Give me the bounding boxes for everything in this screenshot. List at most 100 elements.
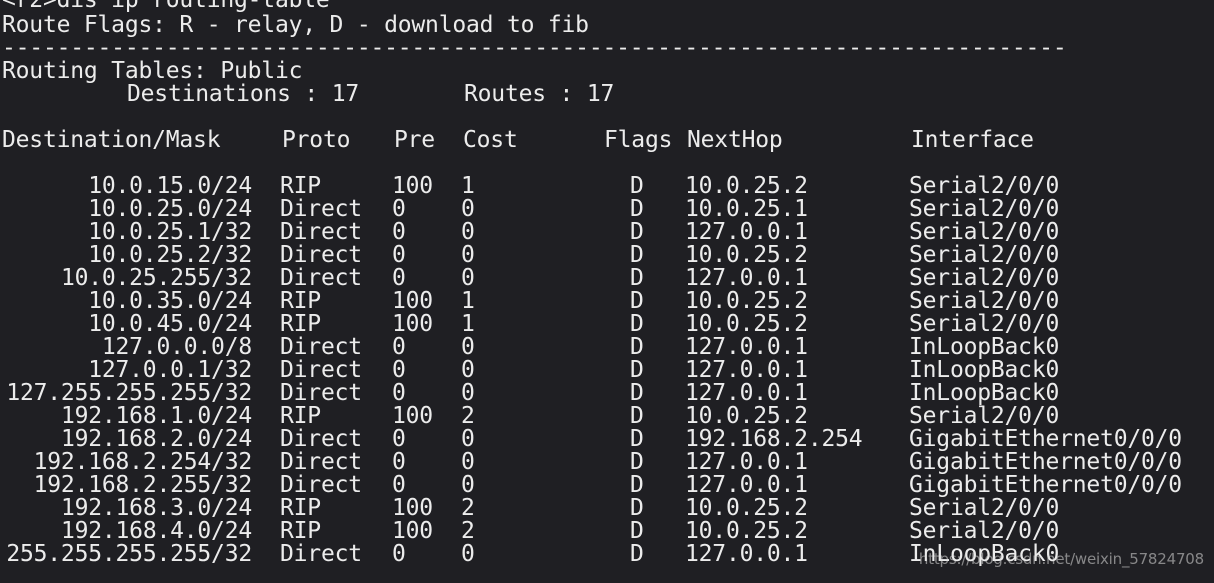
route-interface: InLoopBack0 xyxy=(909,357,1060,383)
watermark: https://blog.csdn.net/weixin_57824708 xyxy=(918,550,1204,568)
table-row: 10.0.35.0/24 RIP 100 1 D 10.0.25.2 Serial2/0/0 xyxy=(0,290,1214,313)
route-proto: Direct xyxy=(280,357,362,383)
route-flags: D xyxy=(630,173,644,199)
route-interface: InLoopBack0 xyxy=(909,380,1060,406)
route-proto: Direct xyxy=(280,472,362,498)
route-interface: Serial2/0/0 xyxy=(909,495,1060,521)
route-pre: 100 xyxy=(392,311,433,337)
table-row: 127.0.0.0/8 Direct 0 0 D 127.0.0.1 InLoopBack0 xyxy=(0,336,1214,359)
route-cost: 0 xyxy=(461,426,475,452)
route-pre: 0 xyxy=(392,265,406,291)
table-header: Destination/Mask Proto Pre Cost Flags Ne… xyxy=(2,129,1034,152)
header-pre: Pre xyxy=(394,127,435,153)
route-nexthop: 10.0.25.2 xyxy=(685,495,808,521)
route-proto: RIP xyxy=(280,403,321,429)
route-interface: GigabitEthernet0/0/0 xyxy=(909,472,1182,498)
route-destination: 10.0.25.2/32 xyxy=(88,242,252,268)
route-nexthop: 10.0.25.2 xyxy=(685,518,808,544)
route-cost: 1 xyxy=(461,288,475,314)
route-cost: 0 xyxy=(461,541,475,567)
route-interface: Serial2/0/0 xyxy=(909,265,1060,291)
route-flags: D xyxy=(630,472,644,498)
route-interface: Serial2/0/0 xyxy=(909,196,1060,222)
route-destination: 192.168.3.0/24 xyxy=(60,495,252,521)
route-flags: D xyxy=(630,334,644,360)
route-pre: 0 xyxy=(392,334,406,360)
table-row: 10.0.25.1/32 Direct 0 0 D 127.0.0.1 Serial2/0/… xyxy=(0,221,1214,244)
route-cost: 0 xyxy=(461,334,475,360)
route-pre: 0 xyxy=(392,380,406,406)
route-proto: RIP xyxy=(280,173,321,199)
route-pre: 100 xyxy=(392,403,433,429)
table-row: 192.168.3.0/24 RIP 100 2 D 10.0.25.2 Serial2/0… xyxy=(0,497,1214,520)
route-flags: D xyxy=(630,449,644,475)
route-proto: Direct xyxy=(280,380,362,406)
route-pre: 100 xyxy=(392,495,433,521)
table-row: 192.168.2.0/24 Direct 0 0 D 192.168.2.254 Giga… xyxy=(0,428,1214,451)
table-row: 192.168.2.254/32 Direct 0 0 D 127.0.0.1 Gigabi… xyxy=(0,451,1214,474)
route-flags: D xyxy=(630,219,644,245)
route-cost: 2 xyxy=(461,403,475,429)
route-destination: 10.0.15.0/24 xyxy=(88,173,252,199)
route-pre: 100 xyxy=(392,173,433,199)
table-row: 10.0.25.255/32 Direct 0 0 D 127.0.0.1 Serial2/… xyxy=(0,267,1214,290)
route-nexthop: 127.0.0.1 xyxy=(685,219,808,245)
route-nexthop: 10.0.25.2 xyxy=(685,242,808,268)
route-pre: 100 xyxy=(392,518,433,544)
route-nexthop: 127.0.0.1 xyxy=(685,380,808,406)
route-nexthop: 127.0.0.1 xyxy=(685,334,808,360)
route-flags: D xyxy=(630,311,644,337)
header-flags: Flags xyxy=(604,127,673,153)
route-flags: D xyxy=(630,242,644,268)
route-interface: Serial2/0/0 xyxy=(909,173,1060,199)
route-flags: D xyxy=(630,495,644,521)
route-pre: 100 xyxy=(392,288,433,314)
route-cost: 0 xyxy=(461,357,475,383)
route-flags: D xyxy=(630,426,644,452)
route-cost: 0 xyxy=(461,196,475,222)
route-nexthop: 10.0.25.2 xyxy=(685,403,808,429)
header-cost: Cost xyxy=(463,127,518,153)
route-flags-line: Route Flags: R - relay, D - download to … xyxy=(2,12,589,38)
route-pre: 0 xyxy=(392,472,406,498)
route-pre: 0 xyxy=(392,242,406,268)
route-destination: 10.0.25.255/32 xyxy=(60,265,252,291)
route-nexthop: 10.0.25.2 xyxy=(685,173,808,199)
table-row: 192.168.2.255/32 Direct 0 0 D 127.0.0.1 Gigabi… xyxy=(0,474,1214,497)
route-interface: Serial2/0/0 xyxy=(909,311,1060,337)
route-cost: 2 xyxy=(461,495,475,521)
table-row: 192.168.1.0/24 RIP 100 2 D 10.0.25.2 Serial2/0… xyxy=(0,405,1214,428)
route-proto: Direct xyxy=(280,242,362,268)
route-proto: Direct xyxy=(280,265,362,291)
terminal-window[interactable]: <r2>dis ip routing-table Route Flags: R … xyxy=(0,0,1214,583)
route-nexthop: 127.0.0.1 xyxy=(685,357,808,383)
route-flags: D xyxy=(630,541,644,567)
route-flags: D xyxy=(630,518,644,544)
route-destination: 192.168.1.0/24 xyxy=(60,403,252,429)
route-interface: Serial2/0/0 xyxy=(909,288,1060,314)
route-interface: Serial2/0/0 xyxy=(909,219,1060,245)
route-nexthop: 127.0.0.1 xyxy=(685,472,808,498)
route-proto: RIP xyxy=(280,495,321,521)
route-interface: GigabitEthernet0/0/0 xyxy=(909,449,1182,475)
route-nexthop: 10.0.25.1 xyxy=(685,196,808,222)
route-flags: D xyxy=(630,196,644,222)
table-row: 192.168.4.0/24 RIP 100 2 D 10.0.25.2 Serial2/0… xyxy=(0,520,1214,543)
routing-tables-line: Routing Tables: Public xyxy=(2,58,303,84)
route-interface: Serial2/0/0 xyxy=(909,242,1060,268)
route-proto: RIP xyxy=(280,518,321,544)
route-flags: D xyxy=(630,265,644,291)
route-proto: RIP xyxy=(280,288,321,314)
route-destination: 127.255.255.255/32 xyxy=(6,380,252,406)
route-proto: Direct xyxy=(280,196,362,222)
table-row: 10.0.25.2/32 Direct 0 0 D 10.0.25.2 Serial2/0/… xyxy=(0,244,1214,267)
header-interface: Interface xyxy=(911,127,1034,153)
route-cost: 0 xyxy=(461,472,475,498)
table-row: 10.0.25.0/24 Direct 0 0 D 10.0.25.1 Serial2/0/… xyxy=(0,198,1214,221)
route-destination: 192.168.2.0/24 xyxy=(60,426,252,452)
route-nexthop: 127.0.0.1 xyxy=(685,449,808,475)
route-pre: 0 xyxy=(392,196,406,222)
route-flags: D xyxy=(630,380,644,406)
route-proto: Direct xyxy=(280,426,362,452)
route-destination: 10.0.45.0/24 xyxy=(88,311,252,337)
